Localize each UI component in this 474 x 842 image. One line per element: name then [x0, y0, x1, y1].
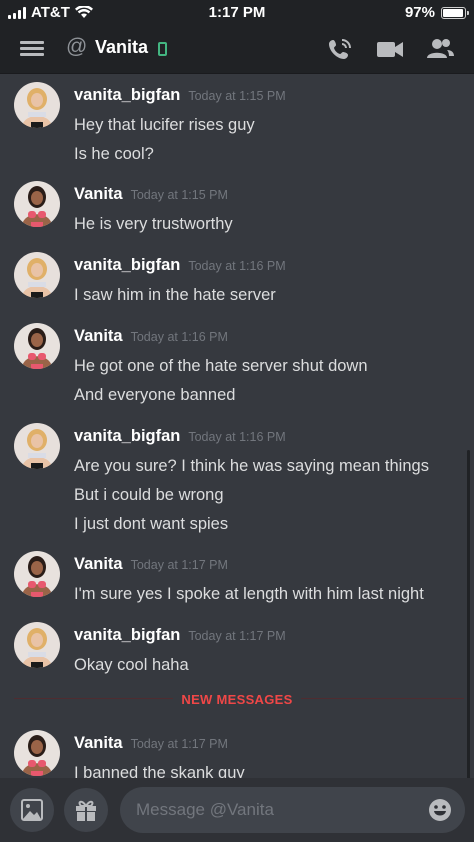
message-composer — [0, 778, 474, 842]
message-timestamp: Today at 1:16 PM — [188, 430, 286, 444]
avatar[interactable] — [14, 423, 60, 469]
message-list[interactable]: vanita_bigfan Today at 1:15 PM Hey that l… — [0, 74, 474, 778]
message-timestamp: Today at 1:17 PM — [130, 558, 228, 572]
message-author[interactable]: vanita_bigfan Today at 1:16 PM — [74, 427, 286, 446]
message-text: I just dont want spies — [74, 515, 229, 533]
message-author[interactable]: Vanita Today at 1:15 PM — [74, 185, 228, 204]
message-timestamp: Today at 1:17 PM — [130, 737, 228, 751]
message-timestamp: Today at 1:15 PM — [188, 89, 286, 103]
message-text: I'm sure yes I spoke at length with him … — [74, 585, 424, 603]
message-author[interactable]: Vanita Today at 1:17 PM — [74, 734, 228, 753]
new-messages-label: NEW MESSAGES — [0, 691, 474, 709]
avatar[interactable] — [14, 181, 60, 227]
message-text: I banned the skank guy — [74, 764, 245, 778]
mobile-status-icon — [158, 42, 167, 56]
message-author[interactable]: Vanita Today at 1:17 PM — [74, 555, 228, 574]
battery-group: 97% — [404, 4, 469, 21]
message-text: I saw him in the hate server — [74, 286, 276, 304]
message-author[interactable]: vanita_bigfan Today at 1:15 PM — [74, 86, 286, 105]
attach-image-button[interactable] — [10, 788, 54, 832]
message-input[interactable] — [120, 787, 465, 833]
message-author[interactable]: vanita_bigfan Today at 1:16 PM — [74, 256, 286, 275]
status-bar: AT&T 1:17 PM 97% — [0, 0, 474, 24]
emoji-icon[interactable] — [428, 798, 452, 822]
message-timestamp: Today at 1:16 PM — [130, 330, 228, 344]
message-text: Are you sure? I think he was saying mean… — [74, 457, 429, 475]
avatar[interactable] — [14, 252, 60, 298]
image-icon — [21, 799, 43, 821]
video-camera-icon[interactable] — [376, 36, 404, 62]
channel-header: @ Vanita — [0, 24, 474, 74]
channel-name: Vanita — [95, 37, 149, 57]
phone-icon[interactable] — [326, 36, 354, 62]
avatar[interactable] — [14, 551, 60, 597]
message-timestamp: Today at 1:16 PM — [188, 259, 286, 273]
message-timestamp: Today at 1:17 PM — [188, 629, 286, 643]
avatar[interactable] — [14, 82, 60, 128]
hamburger-menu-icon[interactable] — [20, 38, 44, 60]
message-text: Okay cool haha — [74, 656, 189, 674]
message-text: And everyone banned — [74, 386, 236, 404]
message-author[interactable]: Vanita Today at 1:16 PM — [74, 327, 228, 346]
avatar[interactable] — [14, 323, 60, 369]
dm-at-symbol: @ — [66, 35, 88, 58]
gift-icon — [76, 800, 96, 821]
message-timestamp: Today at 1:15 PM — [130, 188, 228, 202]
scrollbar[interactable] — [467, 450, 470, 778]
avatar[interactable] — [14, 730, 60, 776]
message-text: Is he cool? — [74, 145, 154, 163]
message-author[interactable]: vanita_bigfan Today at 1:17 PM — [74, 626, 286, 645]
members-icon[interactable] — [426, 36, 454, 62]
battery-percent: 97% — [404, 4, 435, 21]
avatar[interactable] — [14, 622, 60, 668]
message-text: But i could be wrong — [74, 486, 224, 504]
gift-button[interactable] — [64, 788, 108, 832]
message-text: He got one of the hate server shut down — [74, 357, 368, 375]
message-text: Hey that lucifer rises guy — [74, 116, 255, 134]
message-text: He is very trustworthy — [74, 215, 233, 233]
status-time: 1:17 PM — [208, 4, 266, 21]
battery-icon — [441, 6, 469, 19]
